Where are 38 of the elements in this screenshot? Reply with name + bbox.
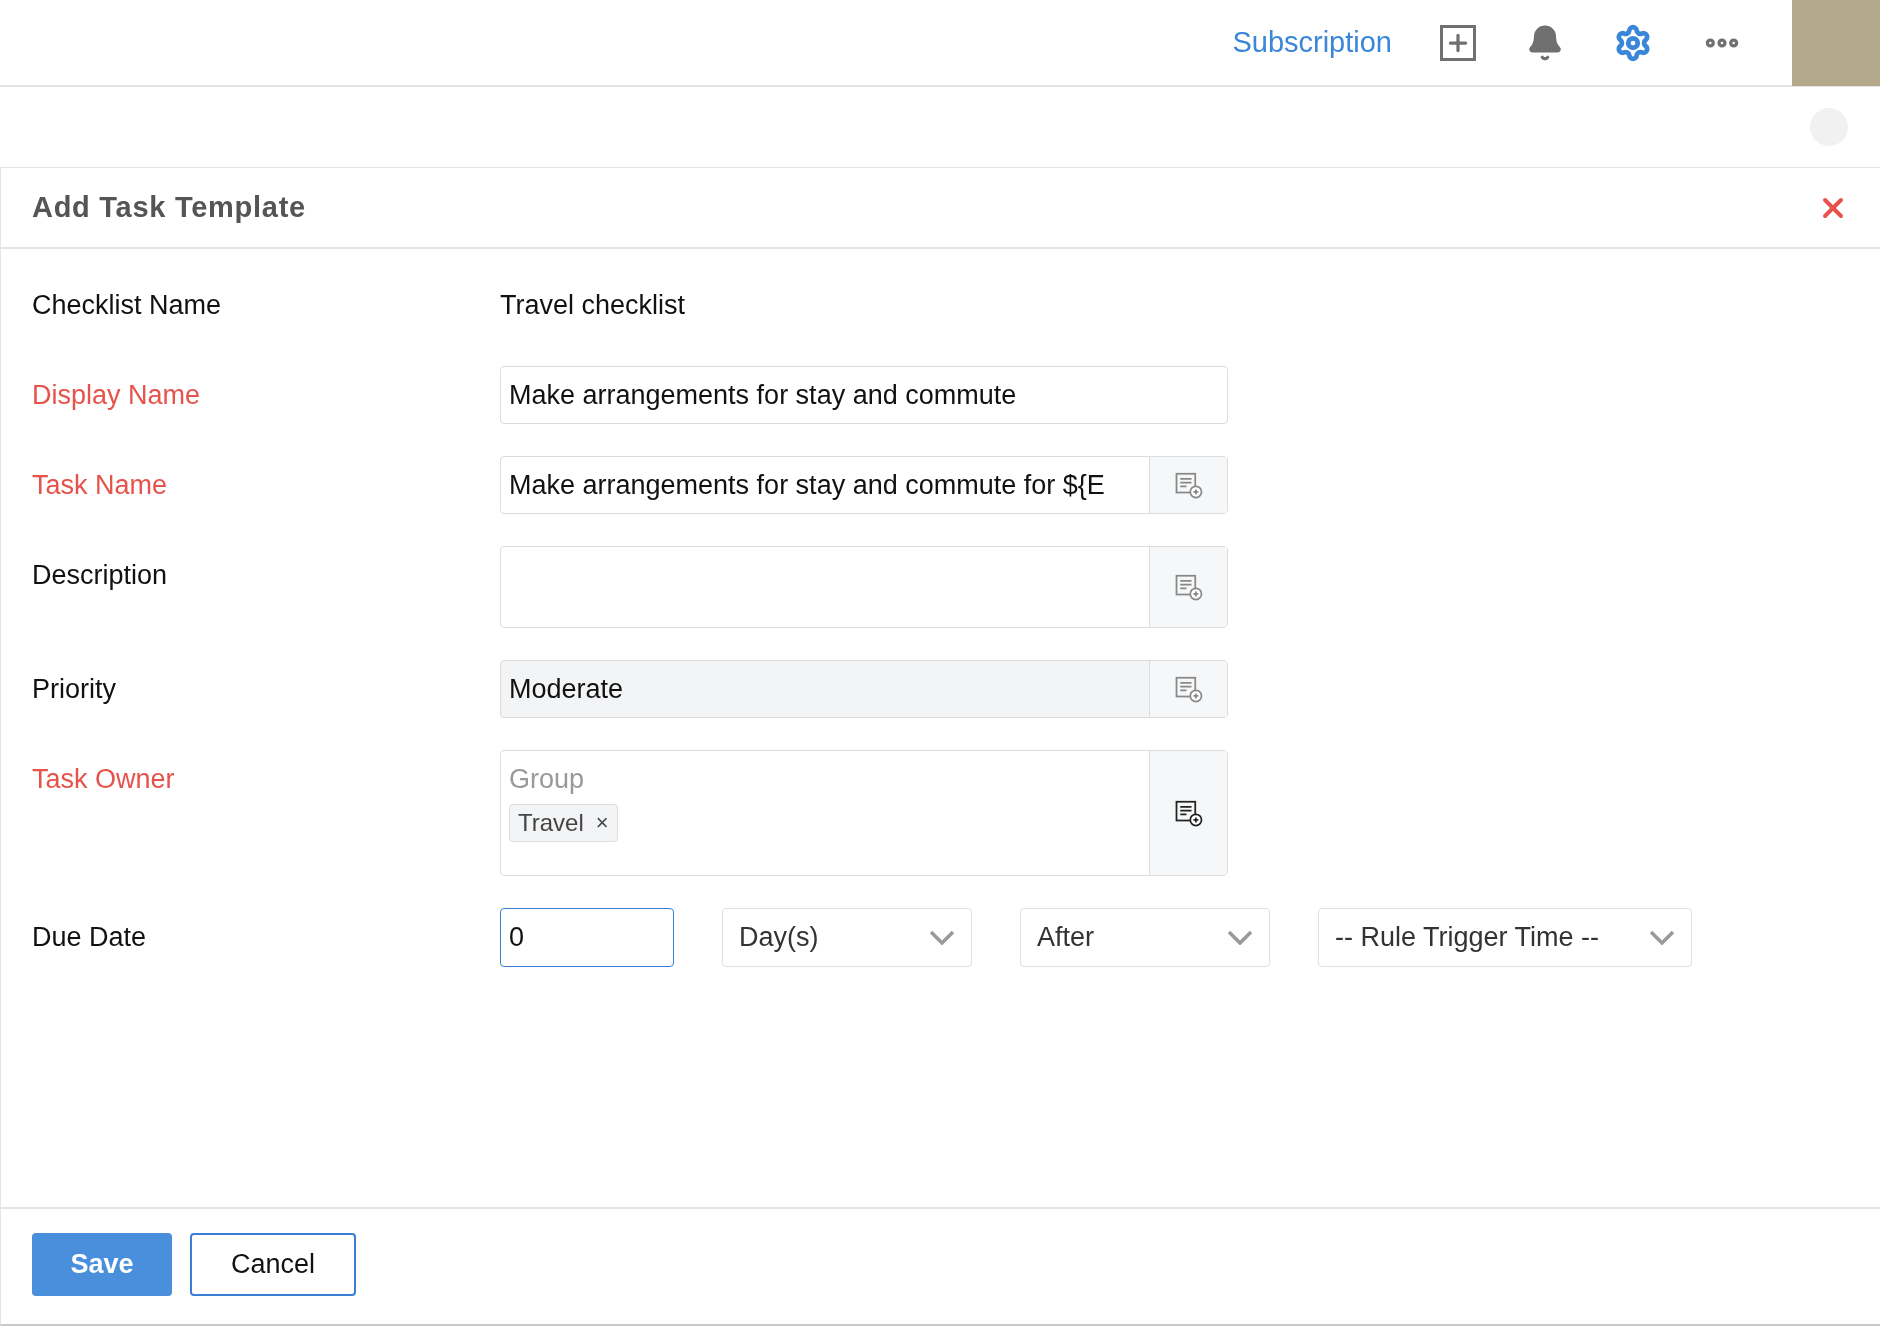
field-label: Priority	[32, 673, 117, 706]
field-label: Task Owner	[32, 763, 176, 796]
field-label: Display Name	[32, 379, 202, 412]
dropdown-select[interactable]: Day(s)	[722, 908, 972, 967]
list-add-icon	[1173, 798, 1204, 828]
number-input[interactable]: 0	[500, 908, 674, 967]
settings-icon[interactable]	[1614, 23, 1652, 62]
chevron-down-icon	[1649, 930, 1675, 945]
input-field[interactable]: Make arrangements for stay and commute	[500, 366, 1228, 424]
list-add-icon	[1173, 470, 1204, 500]
insert-field-button[interactable]	[1149, 661, 1227, 717]
chevron-down-icon	[929, 930, 955, 945]
field-label: Description	[32, 559, 169, 592]
field-caption: Group	[509, 763, 585, 796]
insert-field-button[interactable]	[1149, 751, 1227, 875]
subscription-link[interactable]: Subscription	[1232, 20, 1392, 65]
tag-label: Travel	[518, 807, 584, 838]
dropdown-select[interactable]: After	[1020, 908, 1270, 967]
insert-field-button[interactable]	[1149, 547, 1227, 627]
tag-remove-button[interactable]: ×	[595, 806, 609, 839]
field-label: Task Name	[32, 469, 169, 502]
field-label: Checklist Name	[32, 289, 223, 322]
field-value: Make arrangements for stay and commute for ${E	[508, 469, 1106, 502]
field-value: Moderate	[508, 673, 625, 706]
dialog-title: Add Task Template	[32, 189, 306, 225]
input-field[interactable]: Make arrangements for stay and commute for ${E	[500, 456, 1228, 514]
owner-field[interactable]: Group Travel ×	[500, 750, 1228, 876]
field-label: Due Date	[32, 921, 148, 954]
cancel-button[interactable]: Cancel	[190, 1233, 356, 1296]
input-field[interactable]: Moderate	[500, 660, 1228, 718]
list-add-icon	[1173, 572, 1204, 602]
add-icon[interactable]	[1440, 24, 1476, 61]
field-value: Travel checklist	[500, 289, 686, 322]
chevron-down-icon	[1227, 930, 1253, 945]
list-add-icon	[1173, 674, 1204, 704]
notification-icon[interactable]	[1526, 23, 1564, 62]
dropdown-select[interactable]: -- Rule Trigger Time --	[1318, 908, 1692, 967]
insert-field-button[interactable]	[1149, 457, 1227, 513]
